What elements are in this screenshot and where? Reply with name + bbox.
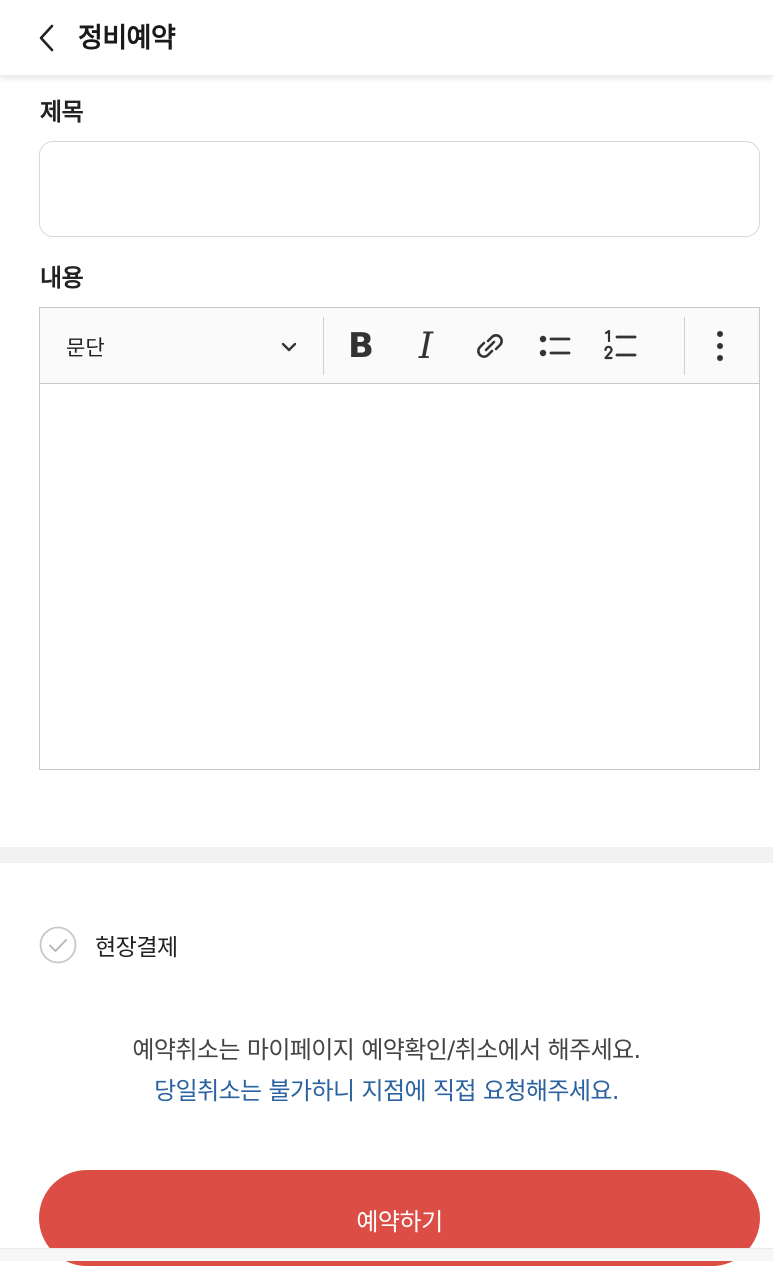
bold-button[interactable]: B [337,322,385,370]
reserve-button-label: 예약하기 [356,1207,443,1236]
bullet-list-button[interactable] [531,322,579,370]
more-vertical-icon [717,331,723,361]
content-label: 내용 [40,264,84,292]
numbered-list-button[interactable] [596,322,644,370]
onsite-payment-label: 현장결제 [95,935,178,961]
bottom-bar [0,1248,773,1261]
onsite-payment-option[interactable]: 현장결제 [39,925,178,965]
cancel-notice: 예약취소는 마이페이지 예약확인/취소에서 해주세요. [132,1036,641,1064]
numbered-list-icon [604,329,637,360]
rich-text-editor: 문단 B I [39,307,760,770]
check-circle-icon[interactable] [39,926,77,964]
section-divider [0,847,773,863]
toolbar-divider [684,317,685,375]
title-label: 제목 [40,98,84,126]
toolbar-divider [323,317,324,375]
more-options-button[interactable] [696,322,744,370]
editor-toolbar: 문단 B I [40,308,759,384]
chevron-down-icon [281,342,297,352]
top-app-bar: 정비예약 [0,0,773,76]
back-button[interactable] [34,20,62,56]
chevron-left-icon [39,24,54,52]
link-button[interactable] [466,322,514,370]
same-day-cancel-notice: 당일취소는 불가하니 지점에 직접 요청해주세요. [154,1077,619,1105]
italic-button[interactable]: I [402,322,450,370]
link-icon [477,334,503,358]
bullet-list-icon [539,335,571,357]
editor-content-area[interactable] [40,384,759,769]
page-title: 정비예약 [78,23,176,54]
paragraph-format-label: 문단 [66,336,105,360]
paragraph-format-dropdown[interactable]: 문단 [40,308,323,384]
title-input[interactable] [39,141,760,237]
